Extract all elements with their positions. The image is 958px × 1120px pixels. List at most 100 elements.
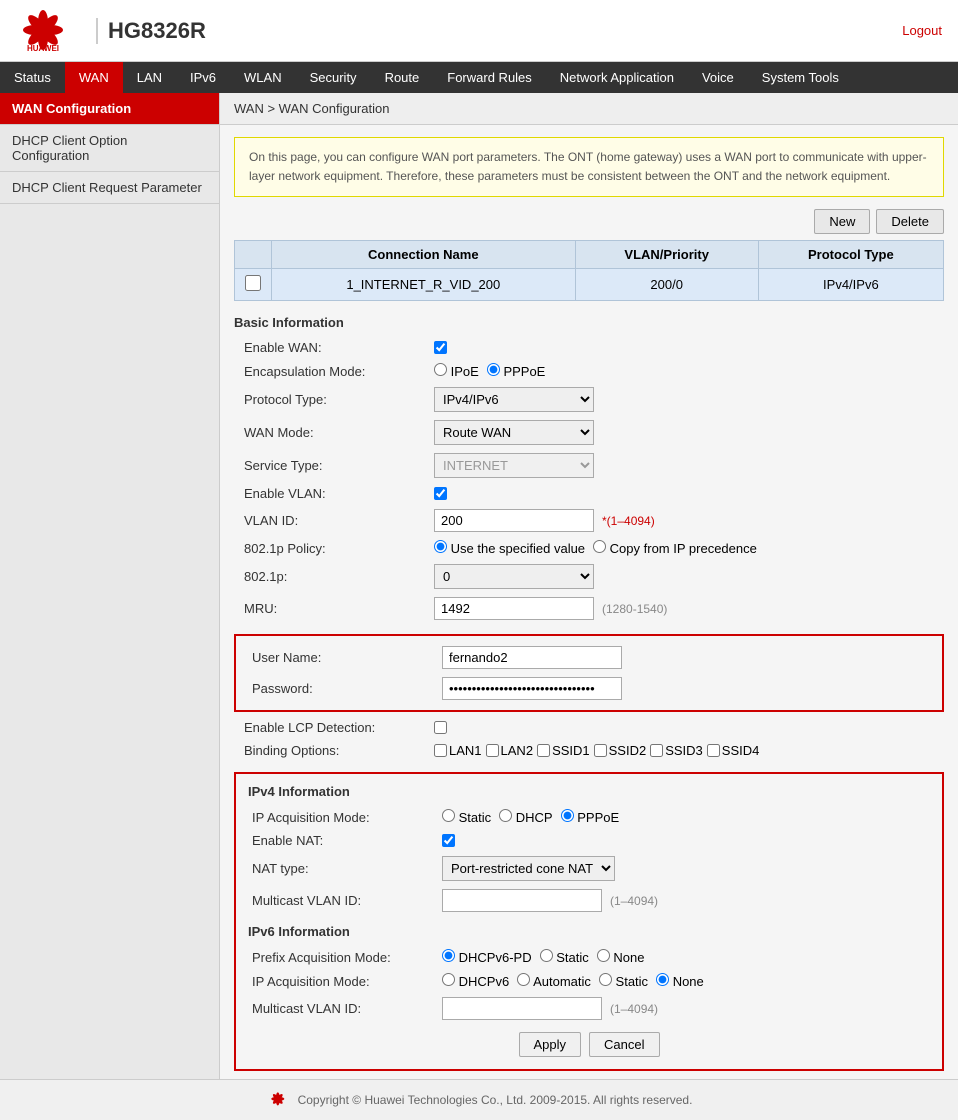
nav-item-lan[interactable]: LAN: [123, 62, 176, 93]
mru-value: (1280-1540): [434, 597, 944, 620]
prefix-dhcpv6pd-radio[interactable]: [442, 949, 455, 962]
binding-lan1-label[interactable]: LAN1: [434, 743, 482, 758]
row-checkbox[interactable]: [245, 275, 261, 291]
row-checkbox-cell: [235, 269, 272, 301]
policy-specified-radio[interactable]: [434, 540, 447, 553]
svg-text:HUAWEI: HUAWEI: [27, 44, 59, 53]
nav-item-security[interactable]: Security: [296, 62, 371, 93]
prefix-acq-value: DHCPv6-PD Static None: [442, 949, 936, 965]
binding-ssid4-label[interactable]: SSID4: [707, 743, 760, 758]
ipv6-none-radio[interactable]: [656, 973, 669, 986]
nav-item-wlan[interactable]: WLAN: [230, 62, 296, 93]
username-input[interactable]: [442, 646, 622, 669]
policy-ip-label[interactable]: Copy from IP precedence: [593, 540, 757, 556]
nav-item-system-tools[interactable]: System Tools: [748, 62, 853, 93]
enable-lcp-value: [434, 721, 944, 734]
service-type-select[interactable]: INTERNET: [434, 453, 594, 478]
ipv4-dhcp-radio[interactable]: [499, 809, 512, 822]
binding-ssid3-checkbox[interactable]: [650, 744, 663, 757]
enable-wan-label: Enable WAN:: [234, 340, 434, 355]
wan-mode-label: WAN Mode:: [234, 425, 434, 440]
binding-ssid1-checkbox[interactable]: [537, 744, 550, 757]
encapsulation-pppoe-label[interactable]: PPPoE: [487, 363, 546, 379]
mru-hint: (1280-1540): [602, 602, 667, 616]
nav-item-ipv6[interactable]: IPv6: [176, 62, 230, 93]
binding-ssid1-label[interactable]: SSID1: [537, 743, 590, 758]
binding-options-row: Binding Options: LAN1 LAN2 SSID1 SSID2 S…: [234, 739, 944, 762]
enable-nat-value: [442, 834, 936, 847]
ipv4-dhcp-label[interactable]: DHCP: [499, 809, 552, 825]
nat-type-select[interactable]: Port-restricted cone NAT Full cone NAT R…: [442, 856, 615, 881]
service-type-label: Service Type:: [234, 458, 434, 473]
sidebar: WAN Configuration DHCP Client Option Con…: [0, 93, 220, 1079]
ipv4-pppoe-radio[interactable]: [561, 809, 574, 822]
binding-ssid2-checkbox[interactable]: [594, 744, 607, 757]
ipv4-multicast-hint: (1–4094): [610, 894, 658, 908]
ipv6-multicast-input[interactable]: [442, 997, 602, 1020]
wan-mode-value: Route WAN Bridge WAN: [434, 420, 944, 445]
enable-wan-checkbox[interactable]: [434, 341, 447, 354]
enable-lcp-checkbox[interactable]: [434, 721, 447, 734]
binding-ssid4-checkbox[interactable]: [707, 744, 720, 757]
new-button[interactable]: New: [814, 209, 870, 234]
prefix-static-label[interactable]: Static: [540, 949, 589, 965]
prefix-none-label[interactable]: None: [597, 949, 645, 965]
enable-vlan-checkbox[interactable]: [434, 487, 447, 500]
nav-item-wan[interactable]: WAN: [65, 62, 123, 93]
password-input[interactable]: [442, 677, 622, 700]
ipv6-automatic-label[interactable]: Automatic: [517, 973, 591, 989]
mru-input[interactable]: [434, 597, 594, 620]
wan-mode-select[interactable]: Route WAN Bridge WAN: [434, 420, 594, 445]
encapsulation-ipoe-label[interactable]: IPoE: [434, 363, 479, 379]
ipv6-automatic-radio[interactable]: [517, 973, 530, 986]
cancel-button[interactable]: Cancel: [589, 1032, 659, 1057]
ipv6-dhcpv6-label[interactable]: DHCPv6: [442, 973, 509, 989]
binding-lan2-checkbox[interactable]: [486, 744, 499, 757]
ipv4-acq-row: IP Acquisition Mode: Static DHCP PPPoE: [242, 805, 936, 829]
prefix-none-radio[interactable]: [597, 949, 610, 962]
nav-item-route[interactable]: Route: [371, 62, 434, 93]
binding-ssid2-label[interactable]: SSID2: [594, 743, 647, 758]
ipv6-static-label[interactable]: Static: [599, 973, 648, 989]
ipv6-acq-row: IP Acquisition Mode: DHCPv6 Automatic St…: [242, 969, 936, 993]
prefix-static-radio[interactable]: [540, 949, 553, 962]
sidebar-item-dhcp-request[interactable]: DHCP Client Request Parameter: [0, 172, 219, 204]
ipv4-multicast-label: Multicast VLAN ID:: [242, 893, 442, 908]
table-row: 1_INTERNET_R_VID_200 200/0 IPv4/IPv6: [235, 269, 944, 301]
ipv4-static-label[interactable]: Static: [442, 809, 491, 825]
main-layout: WAN Configuration DHCP Client Option Con…: [0, 93, 958, 1079]
sidebar-item-wan-configuration[interactable]: WAN Configuration: [0, 93, 219, 125]
binding-lan1-checkbox[interactable]: [434, 744, 447, 757]
encapsulation-ipoe-radio[interactable]: [434, 363, 447, 376]
delete-button[interactable]: Delete: [876, 209, 944, 234]
policy-specified-label[interactable]: Use the specified value: [434, 540, 585, 556]
field-8021p-label: 802.1p:: [234, 569, 434, 584]
vlan-id-input[interactable]: [434, 509, 594, 532]
sidebar-item-dhcp-option[interactable]: DHCP Client Option Configuration: [0, 125, 219, 172]
ipv4-static-radio[interactable]: [442, 809, 455, 822]
apply-button[interactable]: Apply: [519, 1032, 582, 1057]
ipv6-static-radio[interactable]: [599, 973, 612, 986]
ipv4-pppoe-label[interactable]: PPPoE: [561, 809, 620, 825]
ipv6-none-label[interactable]: None: [656, 973, 704, 989]
encapsulation-pppoe-radio[interactable]: [487, 363, 500, 376]
ipv6-multicast-label: Multicast VLAN ID:: [242, 1001, 442, 1016]
prefix-dhcpv6pd-label[interactable]: DHCPv6-PD: [442, 949, 532, 965]
ipv6-dhcpv6-radio[interactable]: [442, 973, 455, 986]
table-header-checkbox: [235, 241, 272, 269]
binding-ssid3-label[interactable]: SSID3: [650, 743, 703, 758]
field-8021p-select[interactable]: 0: [434, 564, 594, 589]
nav-item-forward-rules[interactable]: Forward Rules: [433, 62, 546, 93]
content-area: WAN > WAN Configuration On this page, yo…: [220, 93, 958, 1079]
nav-item-voice[interactable]: Voice: [688, 62, 748, 93]
enable-wan-row: Enable WAN:: [234, 336, 944, 359]
policy-ip-radio[interactable]: [593, 540, 606, 553]
header: HUAWEI HG8326R Logout: [0, 0, 958, 62]
binding-lan2-label[interactable]: LAN2: [486, 743, 534, 758]
logout-button[interactable]: Logout: [902, 23, 942, 38]
protocol-type-select[interactable]: IPv4/IPv6: [434, 387, 594, 412]
enable-nat-checkbox[interactable]: [442, 834, 455, 847]
nav-item-network-application[interactable]: Network Application: [546, 62, 688, 93]
nav-item-status[interactable]: Status: [0, 62, 65, 93]
enable-nat-label: Enable NAT:: [242, 833, 442, 848]
